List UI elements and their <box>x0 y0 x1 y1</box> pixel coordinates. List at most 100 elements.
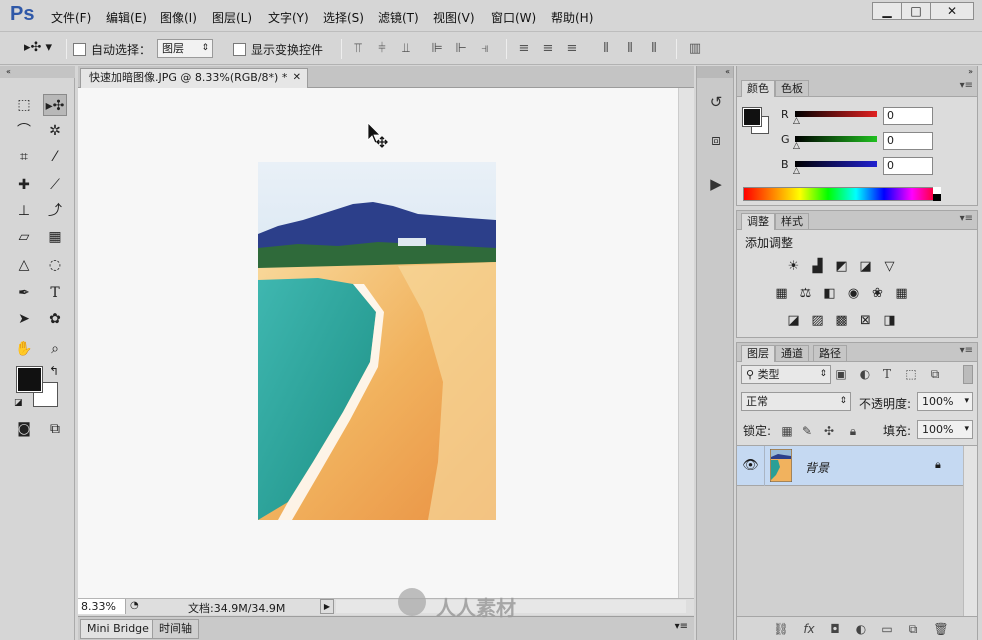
lasso-tool-icon[interactable]: ⌒ <box>12 120 36 142</box>
filter-pixel-icon[interactable]: ▣ <box>833 366 849 382</box>
lock-all-icon[interactable]: 🔒︎ <box>845 423 861 439</box>
tab-color[interactable]: 颜色 <box>741 80 775 97</box>
move-tool-preset-icon[interactable]: ▸✣ ▾ <box>24 40 52 55</box>
status-info-icon[interactable]: ◔ <box>130 600 139 611</box>
new-layer-icon[interactable]: ⧉ <box>905 621 921 637</box>
menu-select[interactable]: 选择(S) <box>323 9 364 26</box>
selective-color-icon[interactable]: ⊠ <box>857 313 874 329</box>
lock-position-icon[interactable]: ✣ <box>821 423 837 439</box>
red-slider[interactable] <box>795 111 877 117</box>
new-group-icon[interactable]: ▭ <box>879 621 895 637</box>
tab-channels[interactable]: 通道 <box>775 345 809 362</box>
crop-tool-icon[interactable]: ⌗ <box>12 146 36 168</box>
auto-select-target-select[interactable]: 图层 ⇕ <box>157 39 213 58</box>
gradient-tool-icon[interactable]: ▦ <box>43 226 67 248</box>
levels-icon[interactable]: ▟ <box>809 259 826 275</box>
add-mask-icon[interactable]: ◘ <box>827 621 843 637</box>
tab-layers[interactable]: 图层 <box>741 345 775 362</box>
swap-colors-icon[interactable]: ↰ <box>49 364 59 378</box>
canvas-area[interactable] <box>78 88 678 598</box>
menu-image[interactable]: 图像(I) <box>160 9 197 26</box>
color-spectrum-bar[interactable] <box>743 187 941 201</box>
photo-filter-icon[interactable]: ◉ <box>845 286 862 302</box>
distribute-top-icon[interactable]: ≡ <box>515 41 533 57</box>
color-lookup-icon[interactable]: ▦ <box>893 286 910 302</box>
color-panel-menu-icon[interactable]: ▾≡ <box>960 80 973 91</box>
collapse-toolbox-icon[interactable]: « <box>0 66 75 78</box>
layer-row[interactable]: 👁︎ 背景 🔒︎ <box>737 446 963 486</box>
opacity-input[interactable]: 100% ▾ <box>917 392 973 411</box>
dodge-tool-icon[interactable]: ◌ <box>43 254 67 276</box>
adjustments-panel-menu-icon[interactable]: ▾≡ <box>960 213 973 224</box>
eye-icon[interactable]: 👁︎ <box>737 446 765 486</box>
brightness-contrast-icon[interactable]: ☀ <box>785 259 802 275</box>
red-value-input[interactable]: 0 <box>883 107 933 125</box>
layer-style-icon[interactable]: fx <box>801 621 817 637</box>
menu-help[interactable]: 帮助(H) <box>551 9 593 26</box>
healing-brush-tool-icon[interactable]: ✚ <box>12 174 36 196</box>
move-tool-icon[interactable]: ▸✣ <box>43 94 67 116</box>
align-right-icon[interactable]: ⫣ <box>476 41 494 57</box>
hand-tool-icon[interactable]: ✋ <box>12 338 36 360</box>
menu-file[interactable]: 文件(F) <box>51 9 91 26</box>
history-brush-tool-icon[interactable]: ⤴ <box>43 200 67 222</box>
fill-input[interactable]: 100% ▾ <box>917 420 973 439</box>
color-balance-icon[interactable]: ⚖ <box>797 286 814 302</box>
menu-type[interactable]: 文字(Y) <box>268 9 309 26</box>
screen-mode-icon[interactable]: ⧉ <box>43 418 67 440</box>
black-swatch[interactable] <box>933 194 941 201</box>
gradient-map-icon[interactable]: ◨ <box>881 313 898 329</box>
new-adjustment-icon[interactable]: ◐ <box>853 621 869 637</box>
distribute-bottom-icon[interactable]: ≡ <box>563 41 581 57</box>
tab-mini-bridge[interactable]: Mini Bridge <box>80 619 156 639</box>
actions-panel-icon[interactable]: ▶ <box>702 172 730 196</box>
distribute-left-icon[interactable]: ⦀ <box>597 41 615 57</box>
tab-adjustments[interactable]: 调整 <box>741 213 775 230</box>
hue-saturation-icon[interactable]: ▦ <box>773 286 790 302</box>
pen-tool-icon[interactable]: ✒ <box>12 282 36 304</box>
threshold-icon[interactable]: ▩ <box>833 313 850 329</box>
green-slider-handle[interactable]: △ <box>793 141 800 151</box>
show-transform-checkbox[interactable] <box>233 43 246 56</box>
zoom-level[interactable]: 8.33% <box>78 599 126 614</box>
zoom-tool-icon[interactable]: ⌕ <box>43 338 67 360</box>
red-slider-handle[interactable]: △ <box>793 116 800 126</box>
exposure-icon[interactable]: ◪ <box>857 259 874 275</box>
clone-stamp-tool-icon[interactable]: ⊥ <box>12 200 36 222</box>
auto-align-icon[interactable]: ▥ <box>686 41 704 57</box>
filter-adjustment-icon[interactable]: ◐ <box>857 366 873 382</box>
magic-wand-tool-icon[interactable]: ✲ <box>43 120 67 142</box>
curves-icon[interactable]: ◩ <box>833 259 850 275</box>
invert-icon[interactable]: ◪ <box>785 313 802 329</box>
channel-mixer-icon[interactable]: ❀ <box>869 286 886 302</box>
close-tab-icon[interactable]: ✕ <box>293 69 301 87</box>
vibrance-icon[interactable]: ▽ <box>881 259 898 275</box>
close-button[interactable]: ✕ <box>930 2 974 20</box>
tab-swatches[interactable]: 色板 <box>775 80 809 97</box>
filter-toggle-icon[interactable] <box>963 365 973 384</box>
panel-foreground-swatch[interactable] <box>742 107 762 127</box>
blend-mode-select[interactable]: 正常 ⇕ <box>741 392 851 411</box>
distribute-hcenter-icon[interactable]: ⦀ <box>621 41 639 57</box>
custom-shape-tool-icon[interactable]: ✿ <box>43 308 67 330</box>
document-tab[interactable]: 快速加暗图像.JPG @ 8.33%(RGB/8*) * ✕ <box>80 68 308 88</box>
marquee-tool-icon[interactable]: ⬚ <box>12 94 36 116</box>
collapse-strip-icon[interactable]: « <box>697 66 733 78</box>
menu-window[interactable]: 窗口(W) <box>491 9 536 26</box>
vertical-scrollbar[interactable] <box>678 88 694 598</box>
eyedropper-tool-icon[interactable]: ⁄ <box>43 146 67 168</box>
eraser-tool-icon[interactable]: ▱ <box>12 226 36 248</box>
layer-filter-select[interactable]: ⚲ 类型 ⇕ <box>741 365 831 384</box>
posterize-icon[interactable]: ▨ <box>809 313 826 329</box>
blue-slider[interactable] <box>795 161 877 167</box>
distribute-vcenter-icon[interactable]: ≡ <box>539 41 557 57</box>
layers-scrollbar[interactable] <box>963 446 977 616</box>
filter-shape-icon[interactable]: ⬚ <box>903 366 919 382</box>
brush-tool-icon[interactable]: ⟋ <box>43 174 67 196</box>
distribute-right-icon[interactable]: ⦀ <box>645 41 663 57</box>
tab-styles[interactable]: 样式 <box>775 213 809 230</box>
type-tool-icon[interactable]: T <box>43 282 67 304</box>
lock-transparent-icon[interactable]: ▦ <box>779 423 795 439</box>
quick-mask-icon[interactable]: ◙ <box>12 418 36 440</box>
white-swatch[interactable] <box>933 187 941 194</box>
